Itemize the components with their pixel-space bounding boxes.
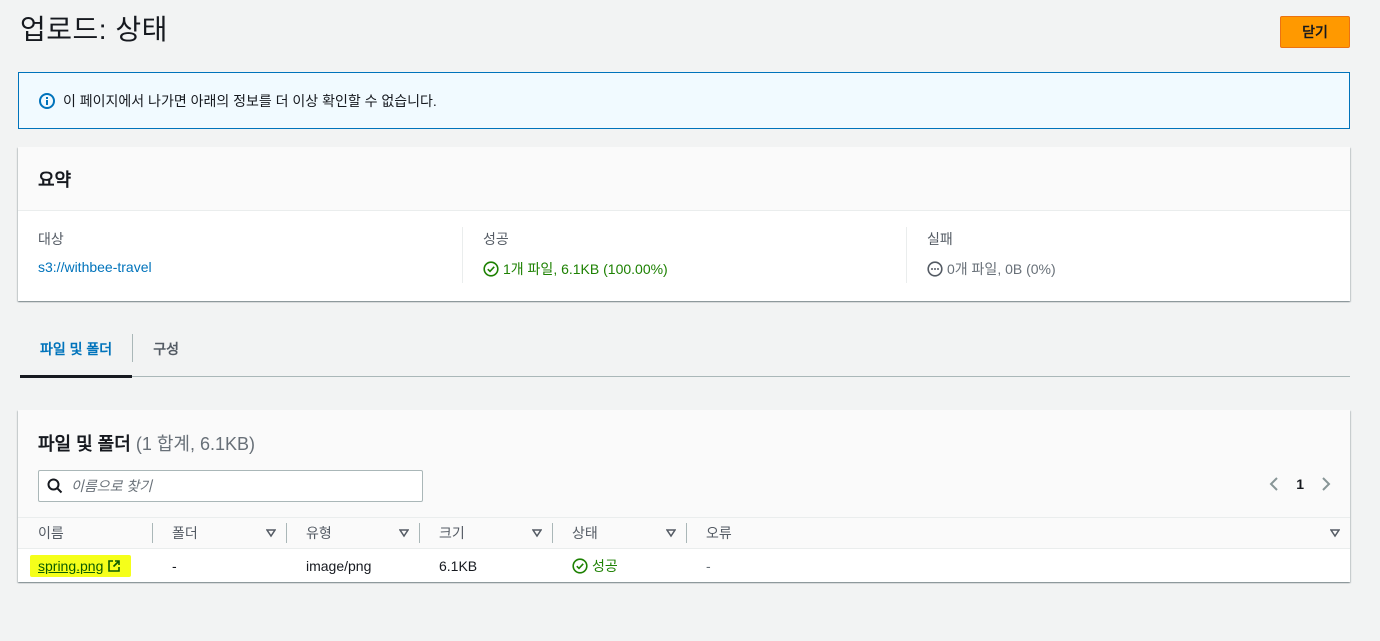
summary-title: 요약 [18, 147, 1350, 211]
table-row: spring.png - image/png 6.1KB 성공 - [18, 549, 1350, 582]
page-title: 업로드: 상태 [20, 14, 168, 45]
files-panel: 파일 및 폴더 (1 합계, 6.1KB) 1 이름 폴더 유형 크기 상태 [18, 410, 1350, 582]
succeeded-label: 성공 [483, 231, 509, 247]
column-header-type[interactable]: 유형 [286, 518, 419, 548]
current-page[interactable]: 1 [1296, 476, 1304, 492]
tab-files-and-folders[interactable]: 파일 및 폴더 [20, 320, 133, 378]
check-circle-icon [572, 557, 588, 574]
destination-link[interactable]: s3://withbee-travel [38, 259, 152, 275]
succeeded-value: 1개 파일, 6.1KB (100.00%) [503, 261, 668, 277]
column-status-label: 상태 [572, 525, 598, 541]
cell-folder: - [172, 557, 177, 574]
search-input[interactable] [69, 477, 399, 495]
failed-label: 실패 [927, 231, 953, 247]
column-header-name[interactable]: 이름 [18, 518, 152, 548]
column-error-label: 오류 [706, 525, 732, 541]
alert-message: 이 페이지에서 나가면 아래의 정보를 더 이상 확인할 수 없습니다. [63, 92, 437, 109]
sort-down-icon[interactable] [266, 528, 276, 538]
sort-down-icon[interactable] [532, 528, 542, 538]
next-page-icon[interactable] [1320, 476, 1332, 492]
column-name-label: 이름 [38, 525, 64, 541]
cell-type: image/png [306, 557, 372, 574]
check-circle-icon [483, 261, 499, 277]
info-icon [39, 92, 55, 109]
failed-value: 0개 파일, 0B (0%) [947, 261, 1056, 277]
succeeded-column: 성공 1개 파일, 6.1KB (100.00%) [462, 227, 906, 283]
tab-bar: 파일 및 폴더 구성 [20, 320, 1350, 378]
column-header-folder[interactable]: 폴더 [152, 518, 286, 548]
file-link[interactable]: spring.png [38, 558, 103, 574]
column-type-label: 유형 [306, 525, 332, 541]
column-header-error[interactable]: 오류 [686, 518, 1350, 548]
search-box[interactable] [38, 470, 423, 502]
pagination: 1 [1268, 476, 1332, 492]
tab-configuration[interactable]: 구성 [133, 320, 199, 377]
sort-down-icon[interactable] [399, 528, 409, 538]
ellipsis-circle-icon [927, 261, 943, 277]
cell-size: 6.1KB [439, 557, 478, 574]
sort-down-icon[interactable] [666, 528, 676, 538]
sort-down-icon[interactable] [1330, 528, 1340, 538]
cell-error: - [706, 557, 711, 574]
files-title: 파일 및 폴더 (1 합계, 6.1KB) [38, 430, 255, 456]
files-count: (1 합계, 6.1KB) [135, 434, 255, 454]
previous-page-icon[interactable] [1268, 476, 1280, 492]
column-folder-label: 폴더 [172, 525, 198, 541]
highlighted-file-link: spring.png [30, 554, 132, 577]
destination-column: 대상 s3://withbee-travel [18, 227, 462, 283]
info-alert: 이 페이지에서 나가면 아래의 정보를 더 이상 확인할 수 없습니다. [18, 72, 1350, 129]
summary-panel: 요약 대상 s3://withbee-travel 성공 1개 파일, 6.1K… [18, 147, 1350, 301]
files-title-text: 파일 및 폴더 [38, 434, 131, 454]
close-button[interactable]: 닫기 [1280, 16, 1350, 48]
table-header: 이름 폴더 유형 크기 상태 오류 [18, 518, 1350, 549]
external-link-icon[interactable] [107, 559, 121, 573]
column-size-label: 크기 [439, 525, 465, 541]
cell-name: spring.png [18, 554, 152, 577]
failed-column: 실패 0개 파일, 0B (0%) [906, 227, 1350, 283]
destination-label: 대상 [38, 231, 64, 247]
status-text: 성공 [592, 557, 618, 574]
cell-status: 성공 [552, 556, 686, 576]
search-icon [47, 478, 63, 494]
column-header-status[interactable]: 상태 [552, 518, 686, 548]
column-header-size[interactable]: 크기 [419, 518, 552, 548]
